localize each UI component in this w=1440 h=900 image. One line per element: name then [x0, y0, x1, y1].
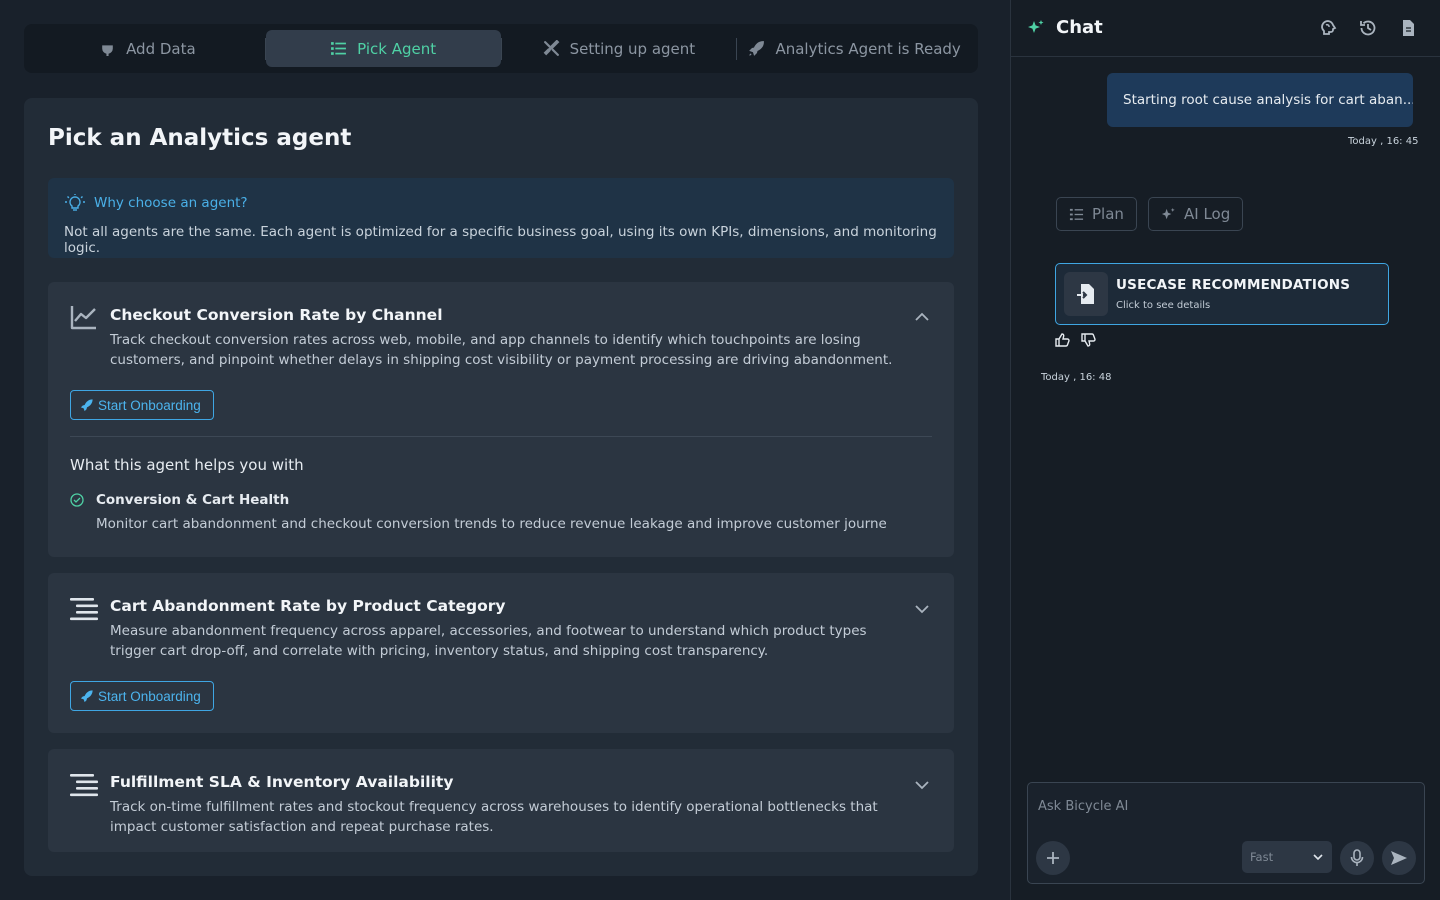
- step-label: Add Data: [126, 39, 196, 58]
- agent-title: Checkout Conversion Rate by Channel: [110, 306, 443, 324]
- step-pick-agent[interactable]: Pick Agent: [265, 30, 501, 67]
- bot-message-timestamp: Today , 16: 48: [1041, 372, 1112, 383]
- agent-description: Track checkout conversion rates across w…: [110, 332, 893, 368]
- attach-button[interactable]: [1036, 841, 1070, 875]
- chevron-down-icon: [1313, 854, 1323, 861]
- agent-description: Track on-time fulfillment rates and stoc…: [110, 799, 878, 835]
- document-icon[interactable]: [1398, 18, 1418, 38]
- usecase-recommendations-card[interactable]: USECASE RECOMMENDATIONS Click to see det…: [1055, 263, 1389, 325]
- usecase-subtitle: Click to see details: [1116, 300, 1211, 311]
- agent-picker-panel: Pick an Analytics agent Why choose an ag…: [24, 98, 978, 876]
- voice-input-button[interactable]: [1340, 841, 1374, 875]
- chat-title: Chat: [1056, 17, 1103, 38]
- ai-log-button[interactable]: AI Log: [1148, 197, 1244, 231]
- list-icon: [331, 42, 347, 55]
- history-icon[interactable]: [1358, 18, 1378, 38]
- helps-item-title: Conversion & Cart Health: [96, 492, 290, 508]
- agent-title: Fulfillment SLA & Inventory Availability: [110, 773, 454, 791]
- info-heading-row: Why choose an agent?: [64, 194, 248, 212]
- main-area: Add Data Pick Agent Setting up agent Ana…: [0, 0, 1010, 900]
- step-setting-up-agent[interactable]: Setting up agent: [502, 30, 737, 67]
- info-heading: Why choose an agent?: [94, 195, 248, 211]
- button-label: Start Onboarding: [98, 397, 201, 413]
- rocket-icon: [80, 689, 93, 702]
- brain-icon[interactable]: [1318, 18, 1338, 38]
- helps-section-title: What this agent helps you with: [70, 456, 304, 474]
- ai-log-label: AI Log: [1184, 205, 1231, 223]
- helps-item-description: Monitor cart abandonment and checkout co…: [96, 516, 886, 532]
- rocket-icon: [749, 41, 765, 56]
- agent-card-checkout-conversion: Checkout Conversion Rate by Channel Trac…: [48, 282, 954, 557]
- uc-icon-container: [1064, 272, 1108, 316]
- plug-icon: [102, 41, 113, 56]
- list-icon: [1069, 208, 1084, 220]
- line-chart-icon: [70, 306, 96, 330]
- agent-title: Cart Abandonment Rate by Product Categor…: [110, 597, 506, 615]
- agent-description: Measure abandonment frequency across app…: [110, 623, 867, 659]
- step-label: Setting up agent: [569, 39, 696, 58]
- user-message-timestamp: Today , 16: 45: [1348, 136, 1419, 147]
- chat-panel: Chat Starting root cause analysis for ca…: [1010, 0, 1440, 900]
- file-export-icon: [1077, 284, 1094, 304]
- sparkle-icon: [1028, 20, 1044, 33]
- agent-card-cart-abandonment[interactable]: Cart Abandonment Rate by Product Categor…: [48, 573, 954, 733]
- mode-value: Fast: [1250, 850, 1274, 864]
- start-onboarding-button[interactable]: Start Onboarding: [70, 681, 214, 711]
- chat-header: Chat: [1011, 0, 1440, 57]
- agent-card-fulfillment-sla[interactable]: Fulfillment SLA & Inventory Availability…: [48, 749, 954, 852]
- step-agent-ready[interactable]: Analytics Agent is Ready: [737, 30, 972, 67]
- microphone-icon: [1350, 849, 1364, 866]
- tools-icon: [543, 40, 559, 56]
- menu-lines-icon: [70, 598, 98, 621]
- start-onboarding-button[interactable]: Start Onboarding: [70, 390, 214, 420]
- chevron-down-icon[interactable]: [912, 775, 932, 795]
- rocket-icon: [80, 398, 93, 411]
- thumbs-up-icon[interactable]: [1054, 332, 1070, 348]
- usecase-title: USECASE RECOMMENDATIONS: [1116, 277, 1351, 293]
- chevron-up-icon[interactable]: [912, 307, 932, 327]
- card-divider: [70, 436, 932, 437]
- step-label: Analytics Agent is Ready: [775, 39, 961, 58]
- mode-select[interactable]: Fast: [1242, 841, 1332, 873]
- onboarding-stepper: Add Data Pick Agent Setting up agent Ana…: [24, 24, 978, 73]
- plus-icon: [1047, 852, 1059, 864]
- send-button[interactable]: [1382, 841, 1416, 875]
- thumbs-down-icon[interactable]: [1080, 332, 1096, 348]
- send-icon: [1391, 851, 1407, 865]
- chevron-down-icon[interactable]: [912, 599, 932, 619]
- chat-input[interactable]: [1038, 795, 1408, 817]
- check-circle-icon: [70, 493, 84, 507]
- info-callout: Why choose an agent? Not all agents are …: [48, 178, 954, 258]
- lightbulb-icon: [65, 194, 85, 211]
- plan-label: Plan: [1092, 205, 1124, 223]
- user-message-bubble: Starting root cause analysis for cart ab…: [1107, 73, 1413, 127]
- info-body: Not all agents are the same. Each agent …: [64, 224, 937, 256]
- page-title: Pick an Analytics agent: [48, 125, 352, 151]
- button-label: Start Onboarding: [98, 688, 201, 704]
- sparkle-icon: [1161, 207, 1175, 219]
- menu-lines-icon: [70, 774, 98, 797]
- step-add-data[interactable]: Add Data: [30, 30, 265, 67]
- step-label: Pick Agent: [357, 39, 437, 58]
- plan-button[interactable]: Plan: [1056, 197, 1137, 231]
- chat-input-container: Fast: [1027, 782, 1425, 884]
